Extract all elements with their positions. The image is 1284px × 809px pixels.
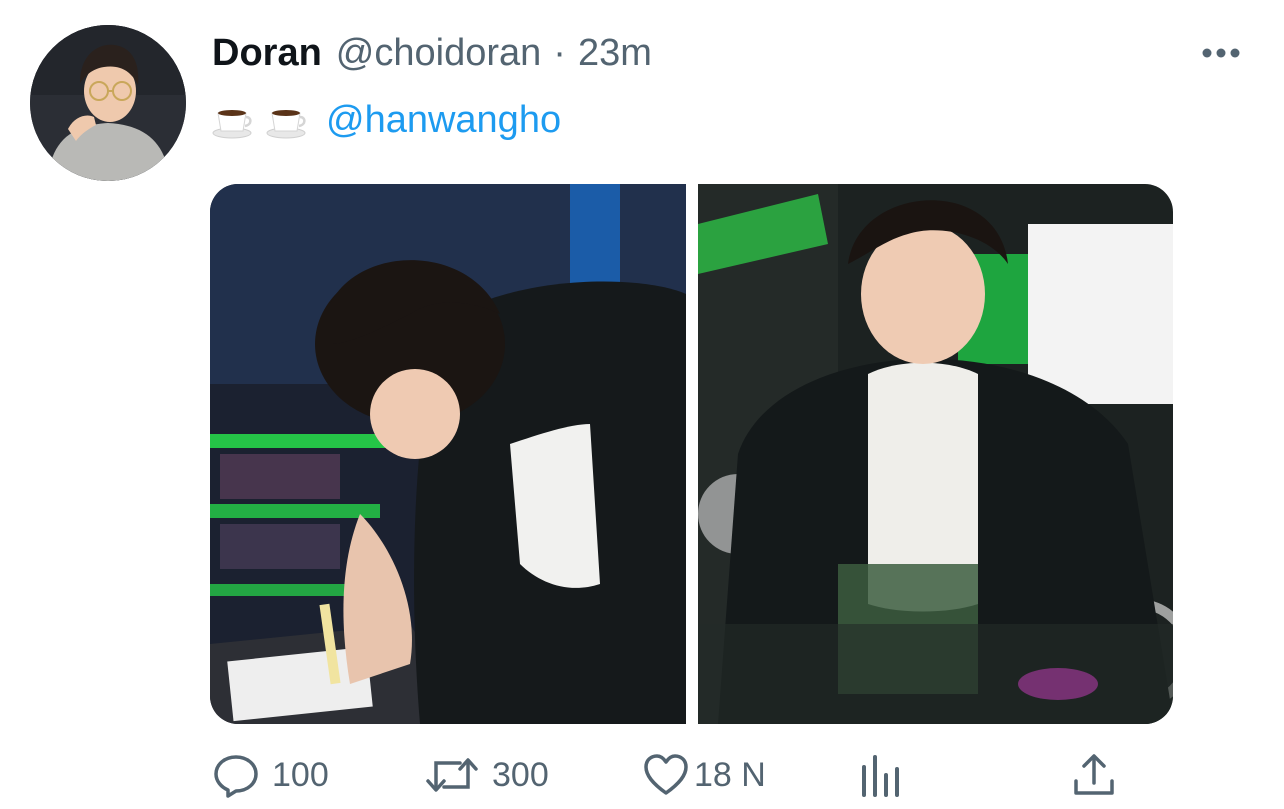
mention-link[interactable]: @hanwangho (326, 99, 561, 142)
reply-icon (214, 755, 258, 798)
reply-count: 100 (272, 755, 329, 794)
tweet-media (210, 184, 1173, 724)
tweet-header: Doran @choidoran · 23m (212, 28, 652, 78)
coffee-emoji (212, 99, 254, 141)
like-button[interactable]: 18 N (642, 746, 766, 804)
reply-button[interactable]: 100 (212, 746, 329, 804)
avatar[interactable] (30, 25, 186, 181)
display-name[interactable]: Doran (212, 28, 322, 78)
like-count: 18 N (694, 755, 766, 794)
coffee-emoji (266, 99, 308, 141)
photo-1[interactable] (210, 184, 686, 724)
tweet-text: @hanwangho (212, 94, 561, 146)
retweet-button[interactable]: 300 (424, 746, 549, 804)
retweet-icon (426, 758, 478, 792)
more-horizontal-icon (1202, 48, 1240, 58)
action-bar: 100 300 18 N (212, 746, 1172, 804)
timestamp[interactable]: 23m (578, 28, 652, 78)
separator-dot: · (553, 32, 566, 74)
user-handle[interactable]: @choidoran (336, 28, 541, 78)
views-button[interactable] (858, 746, 902, 804)
heart-icon (644, 754, 688, 795)
retweet-count: 300 (492, 755, 549, 794)
tweet-card[interactable]: Doran @choidoran · 23m @hanwangho 100 30… (0, 0, 1284, 809)
more-options-button[interactable] (1196, 36, 1246, 70)
photo-2[interactable] (697, 184, 1173, 724)
analytics-bar-icon (862, 755, 899, 797)
share-button[interactable] (1072, 746, 1116, 804)
share-upload-icon (1074, 754, 1114, 795)
